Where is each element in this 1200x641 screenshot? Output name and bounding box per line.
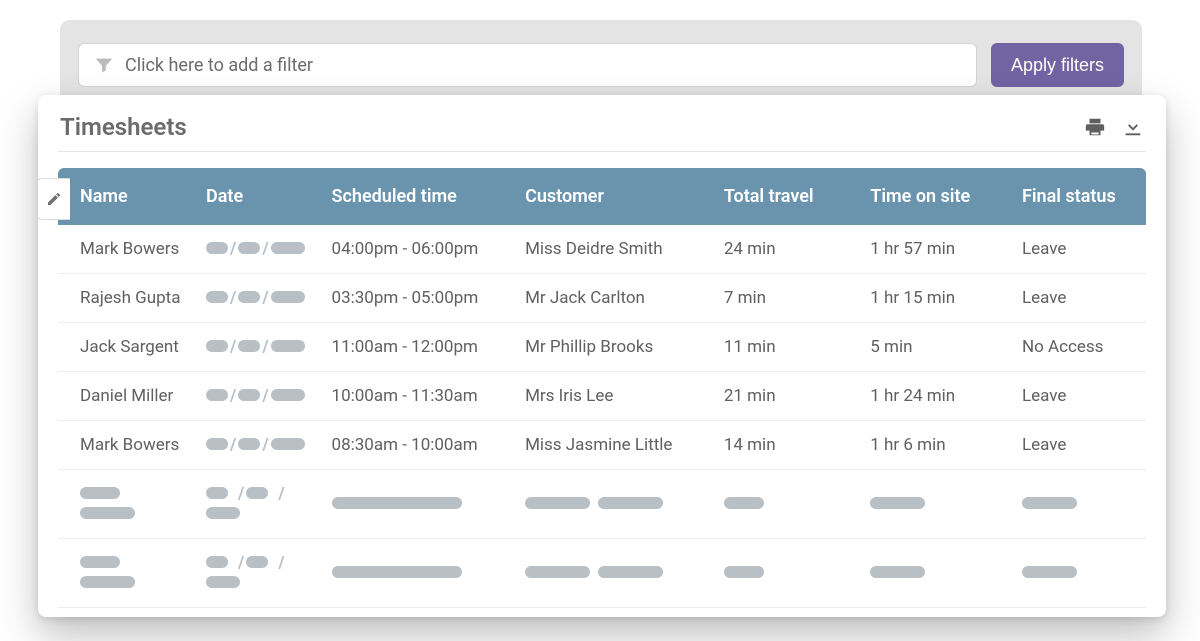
cell-customer: Miss Deidre Smith <box>513 225 712 274</box>
cell-date: // <box>194 470 320 539</box>
cell-date: // <box>194 421 320 470</box>
download-icon[interactable] <box>1122 116 1144 138</box>
table-row-placeholder: // <box>58 608 1146 618</box>
cell-status: Leave <box>1010 225 1146 274</box>
cell-name <box>58 608 194 618</box>
cell-travel: 11 min <box>712 323 858 372</box>
cell-name: Mark Bowers <box>58 421 194 470</box>
cell-status <box>1010 470 1146 539</box>
filter-placeholder: Click here to add a filter <box>125 55 313 76</box>
table-row[interactable]: Jack Sargent//11:00am - 12:00pmMr Philli… <box>58 323 1146 372</box>
cell-name: Rajesh Gupta <box>58 274 194 323</box>
cell-travel <box>712 539 858 608</box>
cell-status: Leave <box>1010 421 1146 470</box>
cell-onsite <box>858 470 1010 539</box>
cell-travel <box>712 608 858 618</box>
table-row-placeholder: // <box>58 539 1146 608</box>
cell-onsite <box>858 539 1010 608</box>
card-actions <box>1084 116 1144 138</box>
print-icon[interactable] <box>1084 116 1106 138</box>
cell-scheduled: 04:00pm - 06:00pm <box>320 225 514 274</box>
cell-travel <box>712 470 858 539</box>
cell-onsite: 5 min <box>858 323 1010 372</box>
table-row[interactable]: Mark Bowers//04:00pm - 06:00pmMiss Deidr… <box>58 225 1146 274</box>
cell-scheduled: 08:30am - 10:00am <box>320 421 514 470</box>
cell-name: Mark Bowers <box>58 225 194 274</box>
cell-status: Leave <box>1010 372 1146 421</box>
col-onsite[interactable]: Time on site <box>858 168 1010 225</box>
cell-status: No Access <box>1010 323 1146 372</box>
cell-travel: 7 min <box>712 274 858 323</box>
apply-filters-button[interactable]: Apply filters <box>991 43 1124 87</box>
cell-travel: 24 min <box>712 225 858 274</box>
col-scheduled[interactable]: Scheduled time <box>320 168 514 225</box>
cell-name <box>58 470 194 539</box>
cell-customer <box>513 470 712 539</box>
cell-scheduled: 10:00am - 11:30am <box>320 372 514 421</box>
table-row[interactable]: Rajesh Gupta//03:30pm - 05:00pmMr Jack C… <box>58 274 1146 323</box>
cell-customer: Mr Jack Carlton <box>513 274 712 323</box>
col-status[interactable]: Final status <box>1010 168 1146 225</box>
cell-onsite: 1 hr 15 min <box>858 274 1010 323</box>
cell-scheduled: 03:30pm - 05:00pm <box>320 274 514 323</box>
cell-status <box>1010 539 1146 608</box>
col-customer[interactable]: Customer <box>513 168 712 225</box>
col-date[interactable]: Date <box>194 168 320 225</box>
cell-customer: Mr Phillip Brooks <box>513 323 712 372</box>
col-travel[interactable]: Total travel <box>712 168 858 225</box>
cell-date: // <box>194 274 320 323</box>
filter-input[interactable]: Click here to add a filter <box>78 43 977 87</box>
table-header-row: Name Date Scheduled time Customer Total … <box>58 168 1146 225</box>
pencil-icon <box>46 191 62 207</box>
cell-customer: Mrs Iris Lee <box>513 372 712 421</box>
cell-customer <box>513 539 712 608</box>
cell-onsite <box>858 608 1010 618</box>
cell-date: // <box>194 323 320 372</box>
cell-status: Leave <box>1010 274 1146 323</box>
cell-travel: 21 min <box>712 372 858 421</box>
col-name[interactable]: Name <box>58 168 194 225</box>
cell-name: Daniel Miller <box>58 372 194 421</box>
cell-travel: 14 min <box>712 421 858 470</box>
cell-date: // <box>194 225 320 274</box>
cell-date: // <box>194 372 320 421</box>
cell-scheduled: 11:00am - 12:00pm <box>320 323 514 372</box>
table-wrap: Name Date Scheduled time Customer Total … <box>38 152 1166 617</box>
cell-customer: Miss Jasmine Little <box>513 421 712 470</box>
cell-onsite: 1 hr 24 min <box>858 372 1010 421</box>
cell-scheduled <box>320 470 514 539</box>
cell-name <box>58 539 194 608</box>
edit-button[interactable] <box>38 178 70 220</box>
filter-icon <box>93 54 115 76</box>
table-row[interactable]: Daniel Miller//10:00am - 11:30amMrs Iris… <box>58 372 1146 421</box>
cell-status <box>1010 608 1146 618</box>
cell-scheduled <box>320 608 514 618</box>
timesheets-table: Name Date Scheduled time Customer Total … <box>58 168 1146 617</box>
cell-date: // <box>194 539 320 608</box>
cell-date: // <box>194 608 320 618</box>
cell-onsite: 1 hr 6 min <box>858 421 1010 470</box>
apply-filters-label: Apply filters <box>1011 55 1104 76</box>
timesheets-card: Timesheets Name Date Scheduled time Cust… <box>38 95 1166 617</box>
card-header: Timesheets <box>38 95 1166 151</box>
cell-customer <box>513 608 712 618</box>
table-row-placeholder: // <box>58 470 1146 539</box>
card-title: Timesheets <box>60 113 1084 141</box>
table-row[interactable]: Mark Bowers//08:30am - 10:00amMiss Jasmi… <box>58 421 1146 470</box>
cell-name: Jack Sargent <box>58 323 194 372</box>
cell-onsite: 1 hr 57 min <box>858 225 1010 274</box>
cell-scheduled <box>320 539 514 608</box>
